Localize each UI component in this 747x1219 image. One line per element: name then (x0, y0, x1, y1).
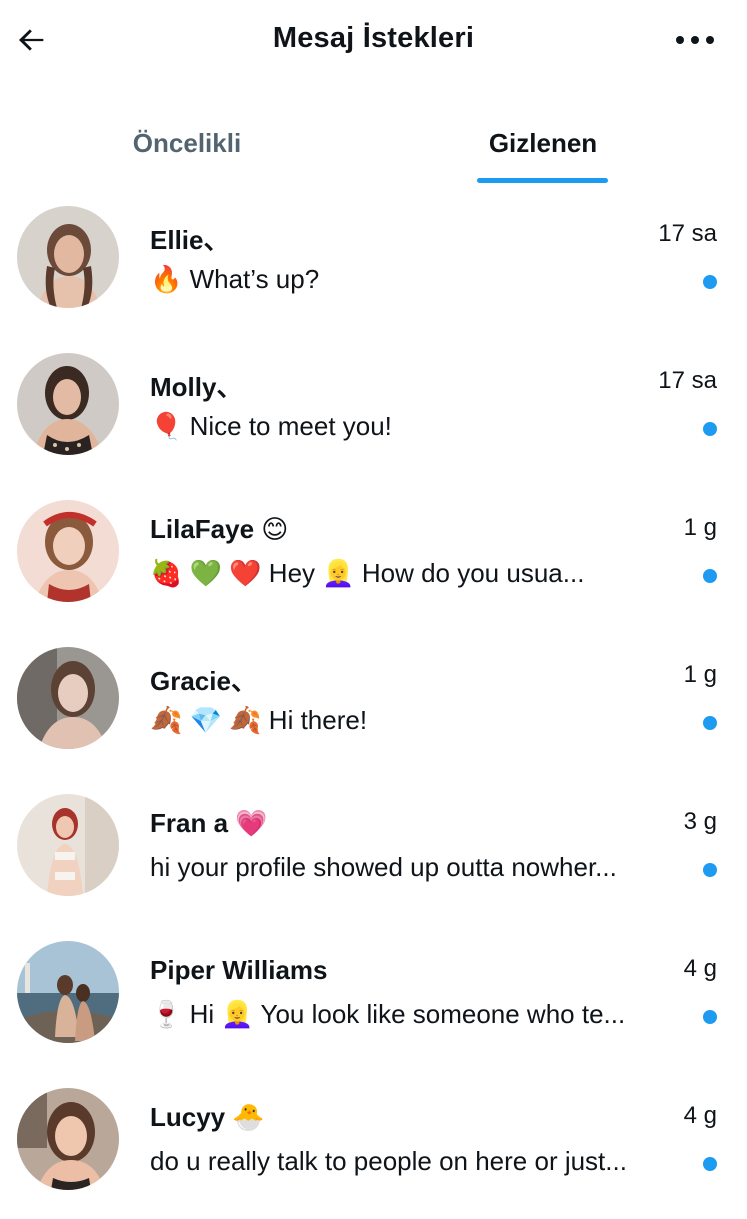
sender-name: LilaFaye 😊 (150, 514, 289, 544)
tab-gizlenen[interactable]: Gizlenen (448, 110, 638, 186)
conversation-row[interactable]: Gracie、 1 g 🍂 💎 🍂 Hi there! (0, 631, 747, 778)
unread-dot (703, 716, 717, 730)
avatar[interactable] (17, 647, 119, 749)
unread-dot (703, 275, 717, 289)
sender-name: Ellie、 (150, 225, 230, 255)
more-options-button[interactable] (673, 24, 717, 56)
message-preview: 🎈 Nice to meet you! (150, 411, 392, 441)
page-title: Mesaj İstekleri (272, 22, 475, 54)
conversation-row[interactable]: Piper Williams 4 g 🍷 Hi 👱‍♀️ You look li… (0, 925, 747, 1072)
top-bar: Mesaj İstekleri (0, 0, 747, 84)
timestamp: 4 g (683, 955, 717, 982)
conversation-row[interactable]: Ellie、 17 sa 🔥 What’s up? (0, 190, 747, 337)
message-preview: 🍷 Hi 👱‍♀️ You look like someone who te..… (150, 999, 626, 1029)
sender-name: Gracie、 (150, 666, 257, 696)
timestamp: 17 sa (658, 367, 717, 394)
tab-oncelikli[interactable]: Öncelikli (92, 110, 282, 186)
active-tab-indicator (477, 178, 608, 183)
conversation-row[interactable]: Molly、 17 sa 🎈 Nice to meet you! (0, 337, 747, 484)
avatar[interactable] (17, 353, 119, 455)
tab-label: Öncelikli (132, 128, 242, 158)
message-preview: hi your profile showed up outta nowher..… (150, 852, 617, 882)
conversation-row[interactable]: LilaFaye 😊 1 g 🍓 💚 ❤️ Hey 👱‍♀️ How do yo… (0, 484, 747, 631)
message-preview: do u really talk to people on here or ju… (150, 1146, 627, 1176)
conversation-row[interactable]: Fran a 💗 3 g hi your profile showed up o… (0, 778, 747, 925)
unread-dot (703, 863, 717, 877)
unread-dot (703, 1157, 717, 1171)
message-preview: 🍓 💚 ❤️ Hey 👱‍♀️ How do you usua... (150, 558, 585, 588)
avatar[interactable] (17, 500, 119, 602)
sender-name: Piper Williams (150, 955, 328, 985)
conversation-row[interactable]: Lucyy 🐣 4 g do u really talk to people o… (0, 1072, 747, 1219)
sender-name: Fran a 💗 (150, 808, 268, 838)
timestamp: 3 g (683, 808, 717, 835)
tab-bar: Öncelikli Gizlenen (0, 110, 747, 186)
avatar[interactable] (17, 1088, 119, 1190)
unread-dot (703, 1010, 717, 1024)
sender-name: Molly、 (150, 372, 243, 402)
timestamp: 17 sa (658, 220, 717, 247)
unread-dot (703, 569, 717, 583)
avatar[interactable] (17, 794, 119, 896)
timestamp: 1 g (683, 514, 717, 541)
timestamp: 1 g (683, 661, 717, 688)
avatar[interactable] (17, 206, 119, 308)
avatar[interactable] (17, 941, 119, 1043)
timestamp: 4 g (683, 1102, 717, 1129)
unread-dot (703, 422, 717, 436)
message-preview: 🍂 💎 🍂 Hi there! (150, 705, 368, 735)
conversation-list: Ellie、 17 sa 🔥 What’s up? Molly、 17 sa 🎈… (0, 190, 747, 1219)
sender-name: Lucyy 🐣 (150, 1102, 265, 1132)
message-preview: 🔥 What’s up? (150, 264, 320, 294)
more-horizontal-icon (676, 36, 714, 44)
tab-label: Gizlenen (488, 128, 598, 158)
